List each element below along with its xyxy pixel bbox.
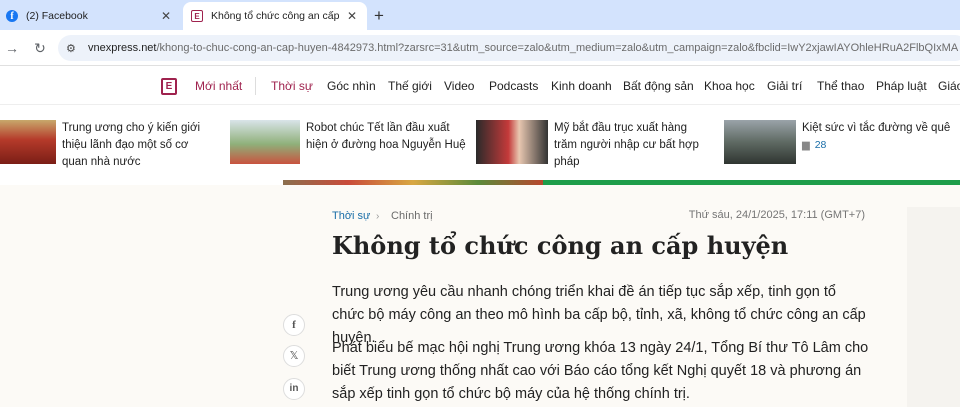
featured-item[interactable]: Mỹ bắt đầu trục xuất hàng trăm người nhậ… [476,120,704,171]
featured-item[interactable]: Robot chúc Tết lần đầu xuất hiện ở đường… [230,120,466,164]
reload-icon[interactable]: ↻ [30,38,50,58]
article-datetime: Thứ sáu, 24/1/2025, 17:11 (GMT+7) [688,209,865,221]
breadcrumb-subcategory[interactable]: Chính trị [391,210,433,222]
nav-item-giao-duc[interactable]: Giáo [938,79,960,93]
url-path: /khong-to-chuc-cong-an-cap-huyen-4842973… [156,42,959,54]
address-bar[interactable]: ⚙ vnexpress.net/khong-to-chuc-cong-an-ca… [58,35,960,61]
featured-text-block: Kiệt sức vì tắc đường về quê ▆ 28 [802,120,960,164]
comment-count[interactable]: ▆ 28 [802,139,960,151]
nav-item-kinh-doanh[interactable]: Kinh doanh [551,79,612,93]
facebook-share-icon[interactable]: f [283,314,305,336]
chevron-right-icon: › [376,211,380,222]
back-arrow-icon[interactable]: → [2,38,22,58]
tab-vnexpress[interactable]: E Không tổ chức công an cấp huyện ✕ [183,2,367,30]
tab-title: Không tổ chức công an cấp huyện [211,10,343,22]
site-navigation: E Mới nhất Thời sự Góc nhìn Thế giới Vid… [0,67,960,105]
nav-item-moi-nhat[interactable]: Mới nhất [195,79,242,93]
browser-toolbar: → ↻ ⚙ vnexpress.net/khong-to-chuc-cong-a… [0,30,960,66]
url-host: vnexpress.net [88,42,157,54]
article-area: Thời sự › Chính trị Thứ sáu, 24/1/2025, … [0,185,960,407]
featured-item[interactable]: Kiệt sức vì tắc đường về quê ▆ 28 [724,120,960,164]
featured-item[interactable]: Trung ương cho ý kiến giới thiệu lãnh đạ… [0,120,212,171]
featured-thumbnail[interactable] [724,120,796,164]
featured-thumbnail[interactable] [230,120,300,164]
comment-count-value: 28 [814,139,827,151]
close-icon[interactable]: ✕ [157,9,175,23]
tab-title: (2) Facebook [26,10,88,22]
tab-facebook[interactable]: f (2) Facebook ✕ [0,2,181,30]
nav-item-khoa-hoc[interactable]: Khoa học [704,79,755,93]
linkedin-share-icon[interactable]: in [283,378,305,400]
new-tab-icon[interactable]: + [374,6,384,26]
nav-item-phap-luat[interactable]: Pháp luật [876,79,927,93]
featured-news-strip: Trung ương cho ý kiến giới thiệu lãnh đạ… [0,106,960,180]
nav-item-video[interactable]: Video [444,79,474,93]
featured-thumbnail[interactable] [476,120,548,164]
right-sidebar [907,207,960,407]
featured-title[interactable]: Mỹ bắt đầu trục xuất hàng trăm người nhậ… [554,120,704,171]
site-info-icon[interactable]: ⚙ [66,42,80,55]
article-title: Không tổ chức công an cấp huyện [332,231,789,260]
featured-thumbnail[interactable] [0,120,56,164]
nav-divider [255,77,256,95]
tab-strip: f (2) Facebook ✕ E Không tổ chức công an… [0,0,960,30]
nav-item-the-thao[interactable]: Thể thao [817,79,864,93]
nav-item-podcasts[interactable]: Podcasts [489,79,538,93]
breadcrumb-category[interactable]: Thời sự [332,210,370,222]
featured-title[interactable]: Robot chúc Tết lần đầu xuất hiện ở đường… [306,120,466,164]
nav-item-bat-dong-san[interactable]: Bất động sản [623,79,694,93]
nav-item-giai-tri[interactable]: Giải trí [767,79,802,93]
comment-icon: ▆ [802,139,810,151]
article-body-paragraph: Phát biểu bế mạc hội nghị Trung ương khó… [332,340,869,402]
vnexpress-logo-icon[interactable]: E [161,78,177,95]
close-icon[interactable]: ✕ [343,9,361,23]
nav-item-goc-nhin[interactable]: Góc nhìn [327,79,376,93]
nav-item-the-gioi[interactable]: Thế giới [388,79,432,93]
featured-title[interactable]: Trung ương cho ý kiến giới thiệu lãnh đạ… [62,120,212,171]
x-share-icon[interactable]: 𝕏 [283,345,305,367]
vnexpress-icon: E [191,10,203,22]
nav-item-thoi-su[interactable]: Thời sự [271,79,313,93]
featured-title[interactable]: Kiệt sức vì tắc đường về quê [802,120,960,137]
facebook-icon: f [6,10,18,22]
